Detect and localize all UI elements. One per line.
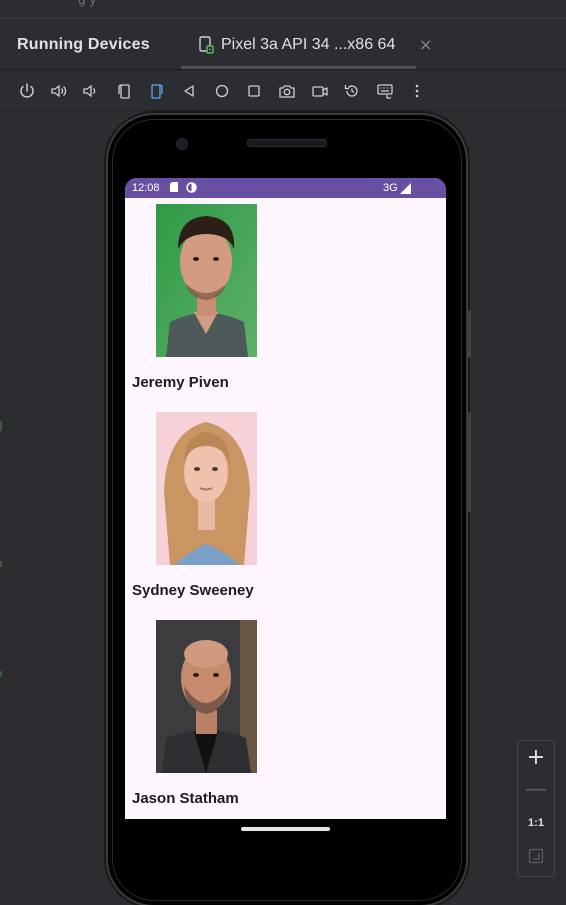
volume-up-icon[interactable]: [48, 80, 70, 102]
actor-name: Sydney Sweeney: [132, 582, 254, 599]
zoom-controls: + — 1:1: [517, 740, 555, 877]
rotate-right-icon[interactable]: [146, 80, 168, 102]
actor-photo: [156, 412, 257, 565]
home-icon[interactable]: [211, 80, 233, 102]
signal-icon: [400, 183, 411, 194]
zoom-reset-button[interactable]: 1:1: [518, 807, 554, 839]
earpiece-speaker: [247, 139, 327, 147]
device-icon: [199, 36, 214, 54]
more-vert-icon[interactable]: [406, 80, 428, 102]
tool-window-header: Running Devices Pixel 3a API 34 ...x86 6…: [0, 19, 566, 70]
list-item[interactable]: Jason Statham: [125, 620, 446, 819]
list-item[interactable]: Jeremy Piven: [125, 204, 446, 412]
tab-label: Pixel 3a API 34 ...x86 64: [221, 36, 396, 53]
status-bar: 12:08 3G: [125, 178, 446, 198]
snapshot-icon[interactable]: [341, 80, 363, 102]
rotate-left-icon[interactable]: [113, 80, 135, 102]
actor-name: Jeremy Piven: [132, 374, 229, 391]
zoom-in-button[interactable]: +: [518, 741, 554, 773]
screen-record-icon[interactable]: [309, 80, 331, 102]
front-camera: [176, 138, 188, 150]
zoom-fit-button[interactable]: [518, 840, 554, 872]
gutter-marker: [0, 421, 2, 431]
keyboard-icon[interactable]: [374, 80, 396, 102]
status-time: 12:08: [132, 182, 160, 194]
actor-name: Jason Statham: [132, 790, 239, 807]
gesture-nav-bar: [125, 819, 446, 879]
device-toolbar: [0, 70, 566, 111]
actor-photo: [156, 620, 257, 773]
volume-down-icon[interactable]: [79, 80, 101, 102]
side-button: [468, 412, 471, 512]
actor-photo: [156, 204, 257, 357]
fit-screen-icon: [528, 848, 544, 864]
vpn-icon: [186, 182, 197, 193]
top-strip-text: g y: [78, 0, 97, 7]
gesture-handle[interactable]: [241, 827, 330, 831]
gutter-marker: [0, 561, 2, 567]
network-type: 3G: [383, 182, 398, 194]
sd-card-icon: [170, 182, 178, 192]
power-icon[interactable]: [16, 80, 38, 102]
list-item[interactable]: Sydney Sweeney: [125, 412, 446, 620]
tool-window-title: Running Devices: [17, 36, 150, 53]
overview-icon[interactable]: [243, 80, 265, 102]
side-button: [468, 310, 471, 358]
top-strip: g y: [0, 0, 566, 19]
tab-pixel-3a[interactable]: Pixel 3a API 34 ...x86 64 ×: [181, 19, 432, 69]
screenshot-icon[interactable]: [276, 80, 298, 102]
tab-selected-indicator: [181, 66, 416, 69]
tab-close-icon[interactable]: ×: [419, 35, 432, 54]
emulator-device-frame: 12:08 3G Jeremy Piven Sydney Sweeney Jas…: [108, 115, 471, 905]
zoom-out-button[interactable]: —: [518, 773, 554, 805]
gutter-marker: [0, 671, 2, 677]
back-icon[interactable]: [178, 80, 200, 102]
device-screen[interactable]: 12:08 3G Jeremy Piven Sydney Sweeney Jas…: [125, 178, 446, 819]
